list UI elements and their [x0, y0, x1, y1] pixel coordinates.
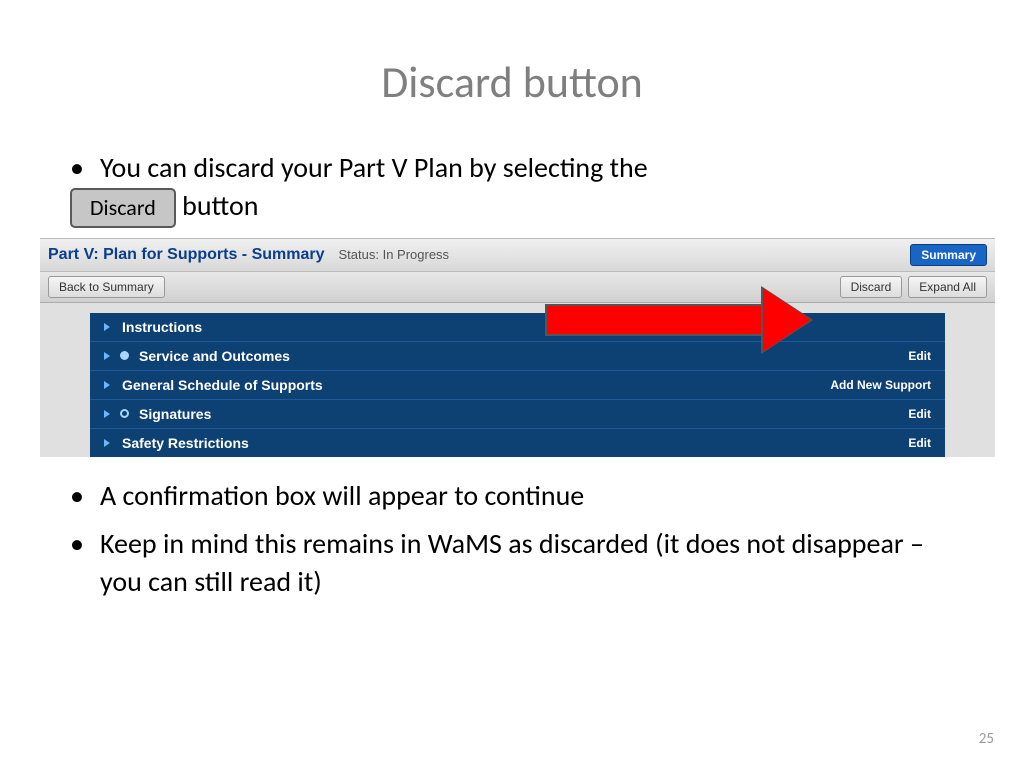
discard-inline-button: Discard: [70, 188, 176, 228]
app-toolbar: Back to Summary Discard Expand All: [40, 272, 995, 303]
bullet-1-text-pre: You can discard your Part V Plan by sele…: [100, 150, 648, 185]
app-screenshot: Part V: Plan for Supports - Summary Stat…: [40, 238, 995, 457]
accordion-row-general-schedule[interactable]: General Schedule of Supports Add New Sup…: [90, 371, 945, 400]
app-header: Part V: Plan for Supports - Summary Stat…: [40, 239, 995, 272]
app-status: Status: In Progress: [339, 247, 450, 262]
bullet-3: Keep in mind this remains in WaMS as dis…: [70, 525, 969, 601]
row-label: Instructions: [122, 319, 202, 335]
app-header-title: Part V: Plan for Supports - Summary: [48, 246, 325, 264]
add-new-support-link[interactable]: Add New Support: [830, 378, 931, 392]
edit-link[interactable]: Edit: [908, 349, 931, 363]
bullet-1-text-post: button: [182, 188, 258, 223]
slide-title: Discard button: [0, 0, 1024, 109]
caret-icon: [104, 323, 110, 331]
accordion-row-safety-restrictions[interactable]: Safety Restrictions Edit: [90, 429, 945, 457]
summary-button[interactable]: Summary: [910, 244, 987, 266]
status-dot-outline-icon: [120, 409, 129, 418]
caret-icon: [104, 352, 110, 360]
caret-icon: [104, 410, 110, 418]
back-to-summary-button[interactable]: Back to Summary: [48, 276, 165, 298]
bullet-list-bottom: A confirmation box will appear to contin…: [0, 472, 1024, 600]
discard-button[interactable]: Discard: [840, 276, 903, 298]
row-label: General Schedule of Supports: [122, 377, 323, 393]
edit-link[interactable]: Edit: [908, 436, 931, 450]
bullet-list-top: You can discard your Part V Plan by sele…: [0, 109, 1024, 228]
bullet-1: You can discard your Part V Plan by sele…: [70, 149, 969, 228]
caret-icon: [104, 381, 110, 389]
row-label: Service and Outcomes: [139, 348, 290, 364]
page-number: 25: [979, 730, 994, 748]
status-dot-filled-icon: [120, 351, 129, 360]
row-label: Safety Restrictions: [122, 435, 249, 451]
edit-link[interactable]: Edit: [908, 407, 931, 421]
caret-icon: [104, 439, 110, 447]
expand-all-button[interactable]: Expand All: [908, 276, 987, 298]
red-arrow-annotation: [545, 290, 825, 350]
row-label: Signatures: [139, 406, 211, 422]
accordion-row-signatures[interactable]: Signatures Edit: [90, 400, 945, 429]
bullet-2: A confirmation box will appear to contin…: [70, 477, 969, 515]
